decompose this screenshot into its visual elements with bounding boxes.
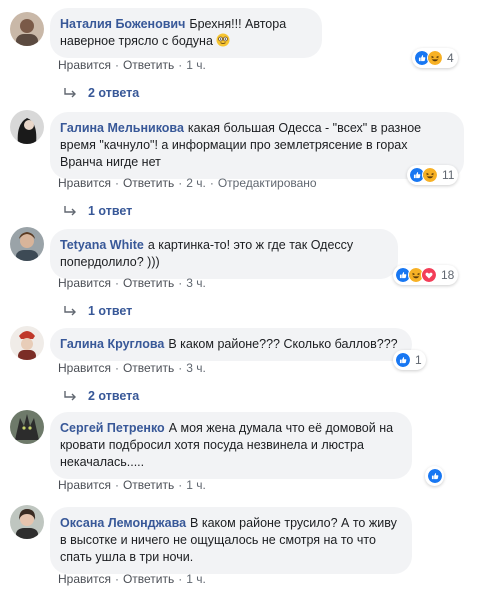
- reactions-summary[interactable]: [425, 466, 444, 486]
- comment-text: В каком районе??? Сколько баллов???: [168, 337, 398, 351]
- like-icon: [427, 468, 443, 484]
- reply-link[interactable]: Ответить: [123, 572, 174, 586]
- separator: ·: [209, 176, 214, 190]
- reply-link[interactable]: Ответить: [123, 176, 174, 190]
- view-replies-link[interactable]: 1 ответ: [64, 204, 132, 218]
- comment-time[interactable]: 3 ч.: [186, 276, 206, 290]
- comment-bubble: Наталия Боженович Брехня!!! Автора наверн…: [50, 8, 322, 58]
- comment-actions: Нравится · Ответить · 1 ч.: [58, 58, 206, 72]
- avatar[interactable]: [10, 505, 44, 539]
- comment-time[interactable]: 1 ч.: [186, 572, 206, 586]
- separator: ·: [114, 276, 119, 290]
- avatar[interactable]: [10, 410, 44, 444]
- reaction-count: 18: [441, 268, 455, 282]
- haha-icon: [422, 167, 438, 183]
- edited-label[interactable]: Отредактировано: [218, 176, 317, 190]
- comment-bubble: Tetyana White а картинка-то! это ж где та…: [50, 229, 398, 279]
- comment-actions: Нравится · Ответить · 2 ч. · Отредактировано: [58, 176, 317, 190]
- separator: ·: [178, 176, 183, 190]
- separator: ·: [114, 572, 119, 586]
- replies-count: 1 ответ: [88, 304, 133, 318]
- like-link[interactable]: Нравится: [58, 276, 111, 290]
- reply-arrow-icon: [64, 306, 76, 316]
- like-link[interactable]: Нравится: [58, 361, 111, 375]
- separator: ·: [178, 572, 183, 586]
- avatar[interactable]: [10, 110, 44, 144]
- separator: ·: [114, 478, 119, 492]
- comment-author[interactable]: Наталия Боженович: [60, 17, 185, 31]
- comment-author[interactable]: Галина Мельникова: [60, 121, 184, 135]
- comment-bubble: Оксана Лемонджава В каком районе трусило?…: [50, 507, 412, 574]
- reply-link[interactable]: Ответить: [123, 361, 174, 375]
- reaction-count: 1: [415, 353, 422, 367]
- haha-icon: [427, 50, 443, 66]
- like-link[interactable]: Нравится: [58, 58, 111, 72]
- view-replies-link[interactable]: 2 ответа: [64, 86, 139, 100]
- comment-actions: Нравится · Ответить · 1 ч.: [58, 478, 206, 492]
- reply-arrow-icon: [64, 88, 76, 98]
- reply-arrow-icon: [64, 391, 76, 401]
- reaction-count: 4: [447, 51, 454, 65]
- comment-time[interactable]: 3 ч.: [186, 361, 206, 375]
- reply-arrow-icon: [64, 206, 76, 216]
- separator: ·: [178, 478, 183, 492]
- view-replies-link[interactable]: 1 ответ: [64, 304, 132, 318]
- reply-link[interactable]: Ответить: [123, 58, 174, 72]
- comment-author[interactable]: Tetyana White: [60, 238, 144, 252]
- comment-bubble: Галина Круглова В каком районе??? Сколько…: [50, 328, 412, 361]
- like-icon: [395, 352, 411, 368]
- reactions-summary[interactable]: 1: [393, 350, 426, 370]
- separator: ·: [178, 58, 183, 72]
- comment-bubble: Сергей Петренко А моя жена думала что её …: [50, 412, 412, 479]
- comment-time[interactable]: 1 ч.: [186, 58, 206, 72]
- reactions-summary[interactable]: 11: [407, 165, 459, 185]
- reply-link[interactable]: Ответить: [123, 276, 174, 290]
- avatar[interactable]: [10, 227, 44, 261]
- comment-actions: Нравится · Ответить · 3 ч.: [58, 276, 206, 290]
- reactions-summary[interactable]: 18: [393, 265, 459, 285]
- reactions-summary[interactable]: 4: [412, 48, 458, 68]
- separator: ·: [114, 176, 119, 190]
- comment-time[interactable]: 2 ч.: [186, 176, 206, 190]
- comment-actions: Нравится · Ответить · 3 ч.: [58, 361, 206, 375]
- comment-time[interactable]: 1 ч.: [186, 478, 206, 492]
- like-link[interactable]: Нравится: [58, 478, 111, 492]
- separator: ·: [114, 58, 119, 72]
- separator: ·: [114, 361, 119, 375]
- comment-author[interactable]: Сергей Петренко: [60, 421, 165, 435]
- view-replies-link[interactable]: 2 ответа: [64, 389, 139, 403]
- replies-count: 2 ответа: [88, 86, 140, 100]
- separator: ·: [178, 276, 183, 290]
- replies-count: 1 ответ: [88, 204, 133, 218]
- nerd-face-emoji-icon: [216, 33, 230, 47]
- like-link[interactable]: Нравится: [58, 572, 111, 586]
- comment-actions: Нравится · Ответить · 1 ч.: [58, 572, 206, 586]
- avatar[interactable]: [10, 12, 44, 46]
- love-icon: [421, 267, 437, 283]
- reply-link[interactable]: Ответить: [123, 478, 174, 492]
- reaction-count: 11: [442, 168, 455, 182]
- separator: ·: [178, 361, 183, 375]
- comment-bubble: Галина Мельникова какая большая Одесса - …: [50, 112, 464, 179]
- avatar[interactable]: [10, 326, 44, 360]
- replies-count: 2 ответа: [88, 389, 140, 403]
- comment-author[interactable]: Оксана Лемонджава: [60, 516, 186, 530]
- comment-author[interactable]: Галина Круглова: [60, 337, 164, 351]
- comments-feed: Наталия Боженович Брехня!!! Автора наверн…: [0, 0, 495, 596]
- like-link[interactable]: Нравится: [58, 176, 111, 190]
